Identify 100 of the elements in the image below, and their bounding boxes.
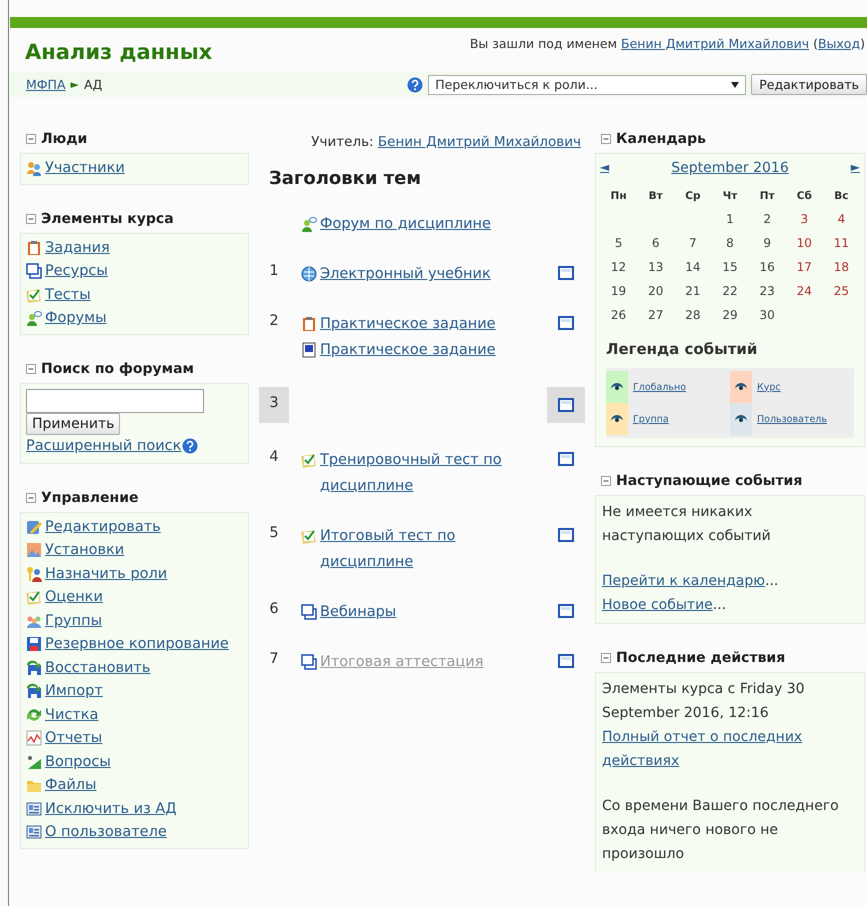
full-report-link[interactable]: Полный отчет о последних действиях xyxy=(602,725,858,773)
course-title: Анализ данных xyxy=(25,40,212,64)
eye-icon[interactable] xyxy=(611,414,623,424)
calendar-day[interactable]: 24 xyxy=(786,281,823,302)
square-icon[interactable] xyxy=(558,398,574,412)
menu-link[interactable]: Установки xyxy=(45,539,124,562)
link[interactable]: Бенин Дмитрий Михайлович xyxy=(378,134,581,150)
collapse-icon[interactable] xyxy=(601,476,611,486)
legend-link[interactable]: Курс xyxy=(757,382,781,392)
activity-link[interactable]: Форум по дисциплине xyxy=(320,211,491,237)
legend-link[interactable]: Глобально xyxy=(633,382,686,392)
calendar-day[interactable]: 21 xyxy=(674,281,712,302)
menu-link[interactable]: Чистка xyxy=(45,704,98,727)
menu-link[interactable]: Форумы xyxy=(45,307,107,330)
calendar-day[interactable]: 7 xyxy=(674,233,712,254)
next-month-link[interactable]: ► xyxy=(850,160,860,176)
calendar-day[interactable]: 28 xyxy=(674,305,712,326)
role-select[interactable]: Переключиться к роли... xyxy=(428,74,746,94)
calendar-day[interactable]: 17 xyxy=(786,257,823,278)
advanced-search-link[interactable]: Расширенный поиск xyxy=(26,438,182,454)
legend-link[interactable]: Группа xyxy=(633,414,669,424)
menu-link[interactable]: Импорт xyxy=(45,680,103,704)
search-field[interactable] xyxy=(26,388,204,412)
activity-link[interactable]: Электронный учебник xyxy=(320,261,491,287)
calendar-day[interactable]: 27 xyxy=(637,305,674,326)
menu-link[interactable]: Резервное копирование xyxy=(45,633,229,656)
activity-link[interactable]: Тренировочный тест по дисциплине xyxy=(320,447,547,499)
legend-link[interactable]: Пользователь xyxy=(757,414,827,424)
collapse-icon[interactable] xyxy=(26,134,36,144)
calendar-day[interactable]: 3 xyxy=(786,209,823,230)
link[interactable]: Новое событие xyxy=(602,597,713,613)
calendar-day[interactable]: 18 xyxy=(822,257,860,278)
apply-button[interactable]: Применить xyxy=(26,412,120,434)
square-icon[interactable] xyxy=(558,604,574,618)
collapse-icon[interactable] xyxy=(601,134,611,144)
help-icon[interactable] xyxy=(182,438,198,454)
floppy-icon xyxy=(26,636,42,652)
calendar-day[interactable]: 29 xyxy=(711,305,749,326)
collapse-icon[interactable] xyxy=(26,214,36,224)
square-icon[interactable] xyxy=(558,266,574,280)
activity-link[interactable]: Практическое задание xyxy=(320,311,496,337)
menu-link[interactable]: Задания xyxy=(45,236,110,260)
square-icon[interactable] xyxy=(558,654,574,668)
calendar-day[interactable]: 6 xyxy=(637,233,674,254)
calendar-day[interactable]: 1 xyxy=(711,209,749,230)
edit-button[interactable]: Редактировать xyxy=(751,74,867,95)
collapse-icon[interactable] xyxy=(26,364,36,374)
picture-icon xyxy=(26,542,42,558)
menu-link[interactable]: О пользователе xyxy=(45,821,167,844)
id-card-icon xyxy=(26,824,42,840)
collapse-icon[interactable] xyxy=(601,653,611,663)
calendar-day[interactable]: 13 xyxy=(637,257,674,278)
calendar-day[interactable]: 12 xyxy=(600,257,638,278)
calendar-day[interactable]: 15 xyxy=(711,257,749,278)
link[interactable]: Выход xyxy=(818,36,860,51)
square-icon[interactable] xyxy=(558,316,574,330)
month-link[interactable]: September 2016 xyxy=(671,160,789,176)
activity-link[interactable]: Вебинары xyxy=(320,599,396,625)
menu-link[interactable]: Отчеты xyxy=(45,727,102,750)
calendar-day[interactable]: 11 xyxy=(822,233,860,254)
calendar-day[interactable]: 25 xyxy=(822,281,860,302)
calendar-day[interactable]: 19 xyxy=(600,281,638,302)
breadcrumb-link[interactable]: МФПА xyxy=(26,77,66,92)
calendar-day[interactable]: 14 xyxy=(674,257,712,278)
previous-month-link[interactable]: ◄ xyxy=(600,160,610,176)
menu-link[interactable]: Редактировать xyxy=(45,516,161,539)
menu-link[interactable]: Назначить роли xyxy=(45,562,168,586)
calendar-day[interactable]: 23 xyxy=(748,281,786,302)
activity-link[interactable]: Итоговый тест по дисциплине xyxy=(320,523,547,575)
link[interactable]: Перейти к календарю xyxy=(602,573,766,589)
eye-icon[interactable] xyxy=(611,382,623,392)
menu-link[interactable]: Оценки xyxy=(45,586,103,610)
menu-link[interactable]: Группы xyxy=(45,610,102,633)
menu-link[interactable]: Вопросы xyxy=(45,750,111,774)
menu-link[interactable]: Восстановить xyxy=(45,656,150,680)
eye-icon[interactable] xyxy=(735,414,747,424)
calendar-day[interactable]: 2 xyxy=(748,209,786,230)
calendar-day[interactable]: 20 xyxy=(637,281,674,302)
eye-icon[interactable] xyxy=(735,382,747,392)
calendar-day[interactable]: 22 xyxy=(711,281,749,302)
collapse-icon[interactable] xyxy=(26,492,36,502)
calendar-day[interactable]: 30 xyxy=(748,305,786,326)
calendar-day[interactable]: 4 xyxy=(822,209,860,230)
calendar-day[interactable]: 5 xyxy=(600,233,638,254)
menu-link[interactable]: Тесты xyxy=(45,284,91,307)
windows-icon xyxy=(301,604,317,620)
calendar-day[interactable]: 8 xyxy=(711,233,749,254)
calendar-day[interactable]: 26 xyxy=(600,305,638,326)
help-icon[interactable] xyxy=(407,76,424,92)
menu-link[interactable]: Файлы xyxy=(45,774,97,798)
menu-link[interactable]: Ресурсы xyxy=(45,260,108,284)
square-icon[interactable] xyxy=(558,452,574,466)
menu-link[interactable]: Участники xyxy=(45,157,125,180)
square-icon[interactable] xyxy=(558,528,574,542)
link[interactable]: Бенин Дмитрий Михайлович xyxy=(621,36,810,51)
calendar-day[interactable]: 9 xyxy=(748,233,786,254)
menu-link[interactable]: Исключить из АД xyxy=(45,798,177,821)
calendar-day[interactable]: 16 xyxy=(748,257,786,278)
activity-link[interactable]: Практическое задание xyxy=(320,337,496,363)
calendar-day[interactable]: 10 xyxy=(786,233,823,254)
